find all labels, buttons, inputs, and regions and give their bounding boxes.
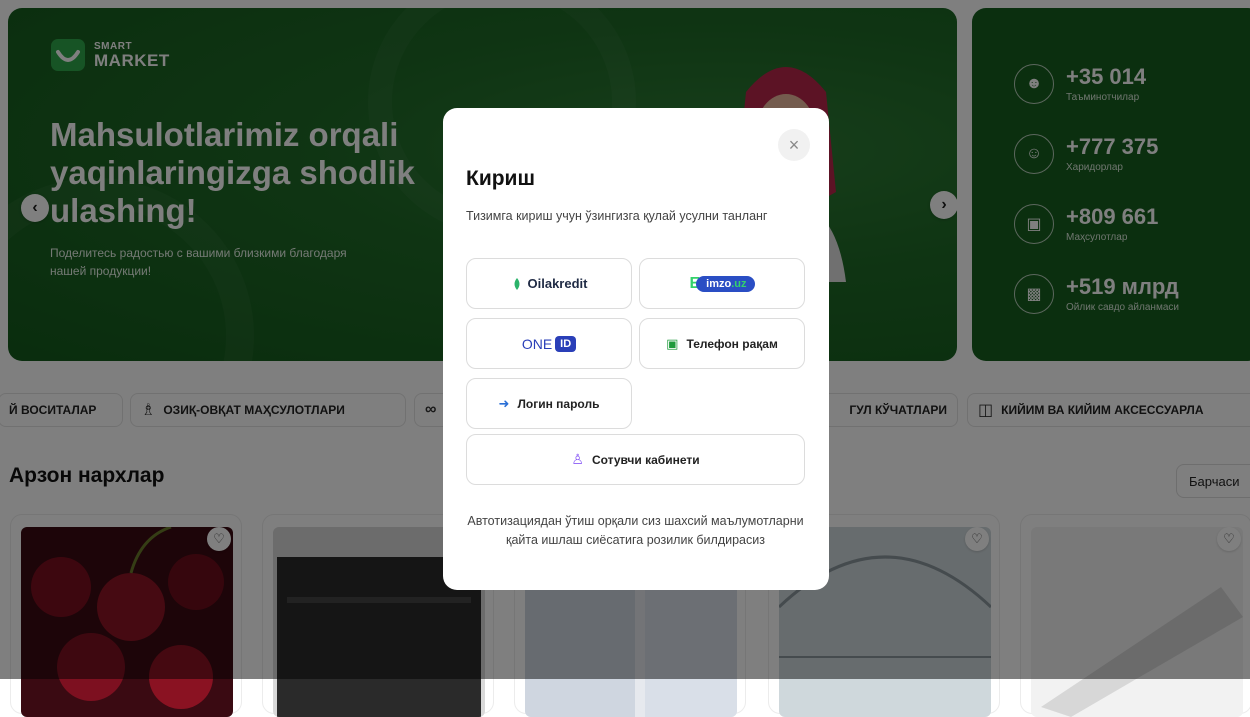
login-modal: × Кириш Тизимга кириш учун ўзингизга қул… [443,108,829,590]
eimzo-logo: E imzo.uz [689,275,755,293]
oneid-logo: ONE ID [521,335,577,352]
modal-subtitle: Тизимга кириш учун ўзингизга қулай усулн… [466,209,768,223]
password-login-label: Логин пароль [517,396,600,411]
oilakredit-logo: Oilakredit [511,276,588,291]
eimzo-tld: .uz [731,277,747,290]
modal-title: Кириш [466,167,535,190]
phone-icon: ▣ [666,335,679,351]
oneid-box: ID [555,335,577,352]
oilakredit-login-button[interactable]: Oilakredit [466,258,632,309]
oilakredit-label: Oilakredit [527,276,588,291]
close-icon[interactable]: × [778,129,810,161]
consent-text: Автотизациядан ўтиш орқали сиз шахсий ма… [467,514,804,547]
seller-cabinet-button[interactable]: ♙ Сотувчи кабинети [466,434,805,485]
seller-cabinet-label: Сотувчи кабинети [591,452,700,467]
oneid-login-button[interactable]: ONE ID [466,318,632,369]
login-icon: ➜ [498,395,510,411]
eimzo-pill: imzo.uz [696,275,755,292]
seller-icon: ♙ [571,451,584,467]
password-login-button[interactable]: ➜ Логин пароль [466,378,632,429]
eimzo-login-button[interactable]: E imzo.uz [639,258,805,309]
oneid-text: ONE [521,335,553,352]
oilakredit-icon [514,277,520,290]
phone-login-label: Телефон рақам [686,336,778,351]
eimzo-name: imzo [706,277,732,290]
phone-login-button[interactable]: ▣ Телефон рақам [639,318,805,369]
